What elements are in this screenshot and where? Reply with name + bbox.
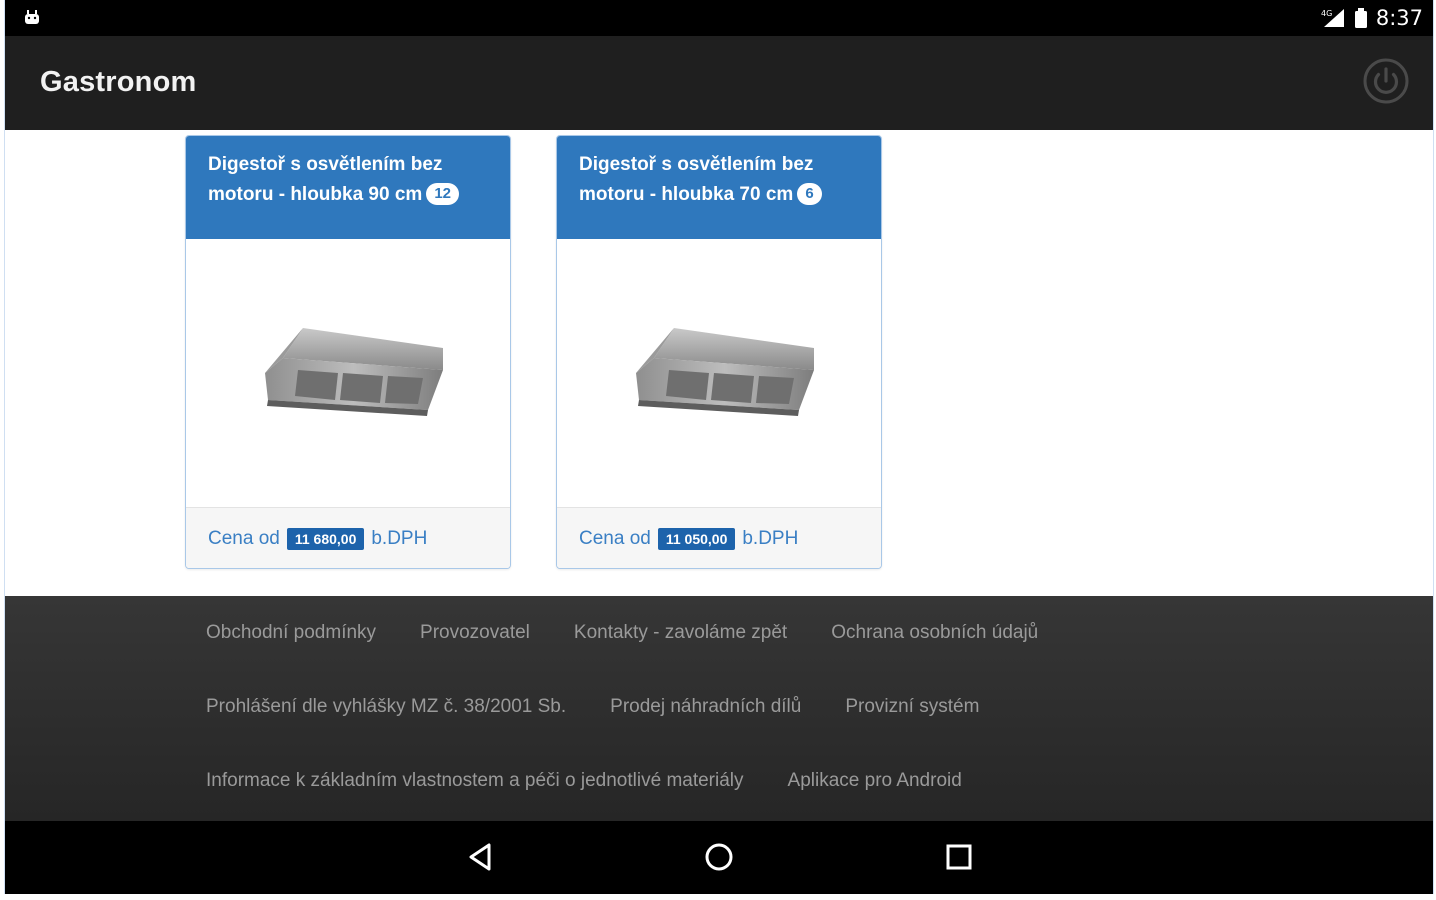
price-prefix: Cena od — [208, 527, 280, 549]
app-title: Gastronom — [40, 66, 197, 98]
product-price-row: Cena od 11 680,00 b.DPH — [186, 507, 510, 568]
price-prefix: Cena od — [579, 527, 651, 549]
product-title[interactable]: Digestoř s osvětlením bez motoru - hloub… — [208, 154, 442, 205]
footer-link-terms[interactable]: Obchodní podmínky — [206, 622, 376, 644]
product-count-badge: 6 — [797, 183, 822, 205]
product-image[interactable] — [557, 239, 881, 507]
product-count-badge: 12 — [426, 183, 459, 205]
footer-links-row: Obchodní podmínky Provozovatel Kontakty … — [206, 622, 1038, 644]
footer-link-spare-parts[interactable]: Prodej náhradních dílů — [610, 696, 801, 718]
footer-link-privacy[interactable]: Ochrana osobních údajů — [831, 622, 1038, 644]
product-price-row: Cena od 11 050,00 b.DPH — [557, 507, 881, 568]
price-value: 11 680,00 — [286, 527, 365, 550]
kitchen-hood-image — [265, 328, 443, 416]
battery-icon — [1354, 8, 1367, 28]
footer-link-operator[interactable]: Provozovatel — [420, 622, 530, 644]
footer-link-declaration[interactable]: Prohlášení dle vyhlášky MZ č. 38/2001 Sb… — [206, 696, 566, 718]
home-icon[interactable] — [701, 839, 737, 875]
footer-link-contacts[interactable]: Kontakty - zavoláme zpět — [574, 622, 787, 644]
footer-links-row: Prohlášení dle vyhlášky MZ č. 38/2001 Sb… — [206, 696, 979, 718]
signal-icon: 4G — [1321, 9, 1344, 27]
kitchen-hood-image — [636, 328, 814, 416]
footer-link-android-app[interactable]: Aplikace pro Android — [788, 770, 962, 792]
svg-text:4G: 4G — [1321, 9, 1332, 18]
product-grid: Digestoř s osvětlením bez motoru - hloub… — [5, 130, 1433, 596]
product-image[interactable] — [186, 239, 510, 507]
product-title[interactable]: Digestoř s osvětlením bez motoru - hloub… — [579, 154, 813, 205]
navigation-bar — [5, 821, 1433, 894]
footer-link-commission[interactable]: Provizní systém — [845, 696, 979, 718]
power-icon[interactable] — [1363, 58, 1409, 104]
product-card[interactable]: Digestoř s osvětlením bez motoru - hloub… — [556, 135, 882, 569]
app-bar: Gastronom — [5, 36, 1433, 130]
price-suffix: b.DPH — [742, 527, 799, 549]
product-card-header[interactable]: Digestoř s osvětlením bez motoru - hloub… — [557, 136, 881, 239]
back-icon[interactable] — [463, 839, 499, 875]
recents-icon[interactable] — [941, 839, 977, 875]
status-bar: 4G 8:37 — [5, 0, 1433, 36]
android-icon — [25, 10, 39, 24]
status-right: 4G 8:37 — [1320, 0, 1423, 36]
price-value: 11 050,00 — [657, 527, 736, 550]
app-frame: 4G 8:37 Gastronom Digestoř s osvětlením … — [4, 0, 1434, 894]
status-time: 8:37 — [1375, 6, 1423, 30]
footer-links-row: Informace k základním vlastnostem a péči… — [206, 770, 962, 792]
product-card[interactable]: Digestoř s osvětlením bez motoru - hloub… — [185, 135, 511, 569]
footer-link-materials-info[interactable]: Informace k základním vlastnostem a péči… — [206, 770, 744, 792]
product-card-header[interactable]: Digestoř s osvětlením bez motoru - hloub… — [186, 136, 510, 239]
site-footer: Obchodní podmínky Provozovatel Kontakty … — [5, 596, 1433, 821]
price-suffix: b.DPH — [371, 527, 428, 549]
